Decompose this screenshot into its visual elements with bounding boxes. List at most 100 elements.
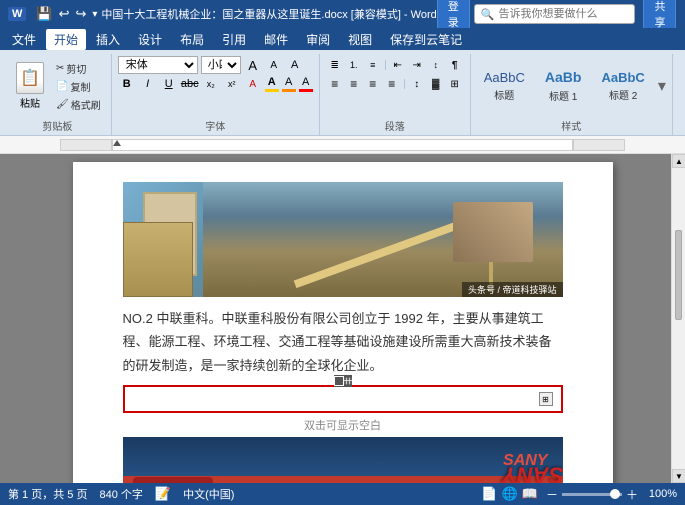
strikethrough-button[interactable]: abc	[181, 75, 199, 93]
web-view-icon[interactable]: 🌐	[502, 486, 518, 502]
align-center-button[interactable]: ≡	[345, 75, 363, 93]
font-name-select[interactable]: 宋体	[118, 56, 198, 74]
style-heading[interactable]: AaBbC 标题	[477, 66, 532, 107]
style-expand-button[interactable]: ▾	[658, 76, 666, 96]
quick-access-expand[interactable]: ▾	[92, 9, 97, 20]
show-space-hint[interactable]: 双击可显示空白	[123, 417, 563, 433]
font-size-select[interactable]: 小四	[201, 56, 241, 74]
main-content: 头条号 / 帝道科技驿站 NO.2 中联重科。中联重科股份有限公司创立于 199…	[0, 136, 685, 483]
highlight-button[interactable]: A	[282, 76, 296, 92]
scroll-track[interactable]	[672, 168, 685, 469]
spell-check-icon[interactable]: 📝	[155, 486, 171, 502]
top-image: 头条号 / 帝道科技驿站	[123, 182, 563, 297]
para-content: ≣ 1. ≡ ⇤ ⇥ ↕ ¶ ≡ ≡ ≡ ≡	[326, 56, 464, 116]
paste-button[interactable]: 📋 粘贴	[10, 56, 50, 116]
document-area: 头条号 / 帝道科技驿站 NO.2 中联重科。中联重科股份有限公司创立于 199…	[0, 154, 685, 483]
line-spacing-button[interactable]: ↕	[408, 75, 426, 93]
table-move-handle[interactable]	[334, 375, 352, 387]
menu-references[interactable]: 引用	[214, 29, 254, 50]
table-resize-handle[interactable]: ⊞	[539, 392, 553, 406]
superscript-button[interactable]: x²	[223, 75, 241, 93]
save-icon[interactable]: 💾	[36, 6, 52, 22]
scroll-thumb[interactable]	[675, 230, 682, 320]
align-left-button[interactable]: ≡	[326, 75, 344, 93]
align-right-button[interactable]: ≡	[364, 75, 382, 93]
ribbon-content: 📋 粘贴 ✂ 剪切 📄 复制 �	[0, 50, 685, 135]
zoom-in-button[interactable]: ＋	[626, 486, 638, 503]
undo-icon[interactable]: ↩	[59, 6, 70, 22]
word-count: 840 个字	[99, 486, 142, 502]
ruler-ticks	[113, 140, 572, 150]
zoom-level[interactable]: 100%	[642, 488, 677, 500]
style-heading2-preview: AaBbC	[601, 70, 644, 86]
indent-increase-button[interactable]: ⇥	[408, 56, 426, 74]
text-highlight-button[interactable]: A	[299, 76, 313, 92]
italic-button[interactable]: I	[139, 75, 157, 93]
search-input[interactable]	[498, 8, 628, 20]
indent-decrease-button[interactable]: ⇤	[389, 56, 407, 74]
scroll-up-button[interactable]: ▲	[672, 154, 685, 168]
shading-button[interactable]: ▓	[427, 75, 445, 93]
building-structure	[123, 222, 193, 297]
paste-icon: 📋	[16, 62, 44, 94]
window-controls: — □ ✕	[680, 4, 685, 24]
menu-layout[interactable]: 布局	[172, 29, 212, 50]
cut-icon: ✂	[56, 63, 64, 74]
machine-body-1	[133, 477, 213, 483]
menu-cloud-save[interactable]: 保存到云笔记	[382, 29, 470, 50]
zoom-thumb	[610, 489, 620, 499]
support-structure	[489, 202, 493, 292]
content-area: 头条号 / 帝道科技驿站 NO.2 中联重科。中联重科股份有限公司创立于 199…	[0, 136, 685, 483]
font-label: 字体	[118, 116, 313, 133]
menu-file[interactable]: 文件	[4, 29, 44, 50]
sky-bg	[203, 182, 563, 297]
redo-icon[interactable]: ↪	[75, 6, 86, 22]
menu-review[interactable]: 审阅	[298, 29, 338, 50]
zoom-slider[interactable]	[562, 493, 622, 496]
numbering-button[interactable]: 1.	[345, 56, 363, 74]
font-color-button[interactable]: A	[265, 76, 279, 92]
font-row-2: B I U abc x₂ x² A A A	[118, 75, 313, 93]
underline-button[interactable]: U	[160, 75, 178, 93]
read-view-icon[interactable]: 📖	[522, 486, 538, 502]
window-title: 中国十大工程机械企业：国之重器从这里诞生.docx [兼容模式] - Word	[101, 6, 436, 22]
scroll-down-button[interactable]: ▼	[672, 469, 685, 483]
style-heading-2[interactable]: AaBbC 标题 2	[594, 66, 651, 107]
table-cell-content	[133, 391, 539, 407]
title-left: W 💾 ↩ ↪ ▾ 中国十大工程机械企业：国之重器从这里诞生.docx [兼容模…	[8, 6, 437, 22]
multilevel-button[interactable]: ≡	[364, 56, 382, 74]
style-heading-label: 标题	[494, 87, 514, 102]
font-increase-button[interactable]: A	[244, 56, 262, 74]
menu-view[interactable]: 视图	[340, 29, 380, 50]
cut-button[interactable]: ✂ 剪切	[52, 60, 105, 77]
menu-design[interactable]: 设计	[130, 29, 170, 50]
zoom-out-button[interactable]: －	[546, 486, 558, 503]
show-hide-button[interactable]: ¶	[446, 56, 464, 74]
bullets-button[interactable]: ≣	[326, 56, 344, 74]
table-container[interactable]: ⊞	[123, 385, 563, 413]
para-separator-2	[404, 79, 405, 89]
ruler-bar	[112, 139, 573, 151]
copy-button[interactable]: 📄 复制	[52, 78, 105, 95]
menu-mailings[interactable]: 邮件	[256, 29, 296, 50]
menu-insert[interactable]: 插入	[88, 29, 128, 50]
print-view-icon[interactable]: 📄	[481, 486, 497, 502]
minimize-button[interactable]: —	[680, 4, 685, 24]
ribbon-paragraph-group: ≣ 1. ≡ ⇤ ⇥ ↕ ¶ ≡ ≡ ≡ ≡	[320, 54, 471, 135]
font-expand-button[interactable]: A	[286, 56, 304, 74]
clipboard-actions: ✂ 剪切 📄 复制 🖌 格式刷	[52, 56, 105, 116]
border-button[interactable]: ⊞	[446, 75, 464, 93]
clear-format-button[interactable]: A	[244, 75, 262, 93]
sort-button[interactable]: ↕	[427, 56, 445, 74]
menu-home[interactable]: 开始	[46, 29, 86, 50]
font-decrease-button[interactable]: A	[265, 56, 283, 74]
document-page: 头条号 / 帝道科技驿站 NO.2 中联重科。中联重科股份有限公司创立于 199…	[73, 162, 613, 483]
subscript-button[interactable]: x₂	[202, 75, 220, 93]
bold-button[interactable]: B	[118, 75, 136, 93]
style-heading-1[interactable]: AaBb 标题 1	[538, 65, 589, 107]
format-painter-button[interactable]: 🖌 格式刷	[52, 96, 105, 113]
ribbon-font-group: 宋体 小四 A A A B I U abc x₂	[112, 54, 320, 135]
justify-button[interactable]: ≡	[383, 75, 401, 93]
font-row-1: 宋体 小四 A A A	[118, 56, 304, 74]
editing-button[interactable]: 🔍	[681, 68, 685, 104]
